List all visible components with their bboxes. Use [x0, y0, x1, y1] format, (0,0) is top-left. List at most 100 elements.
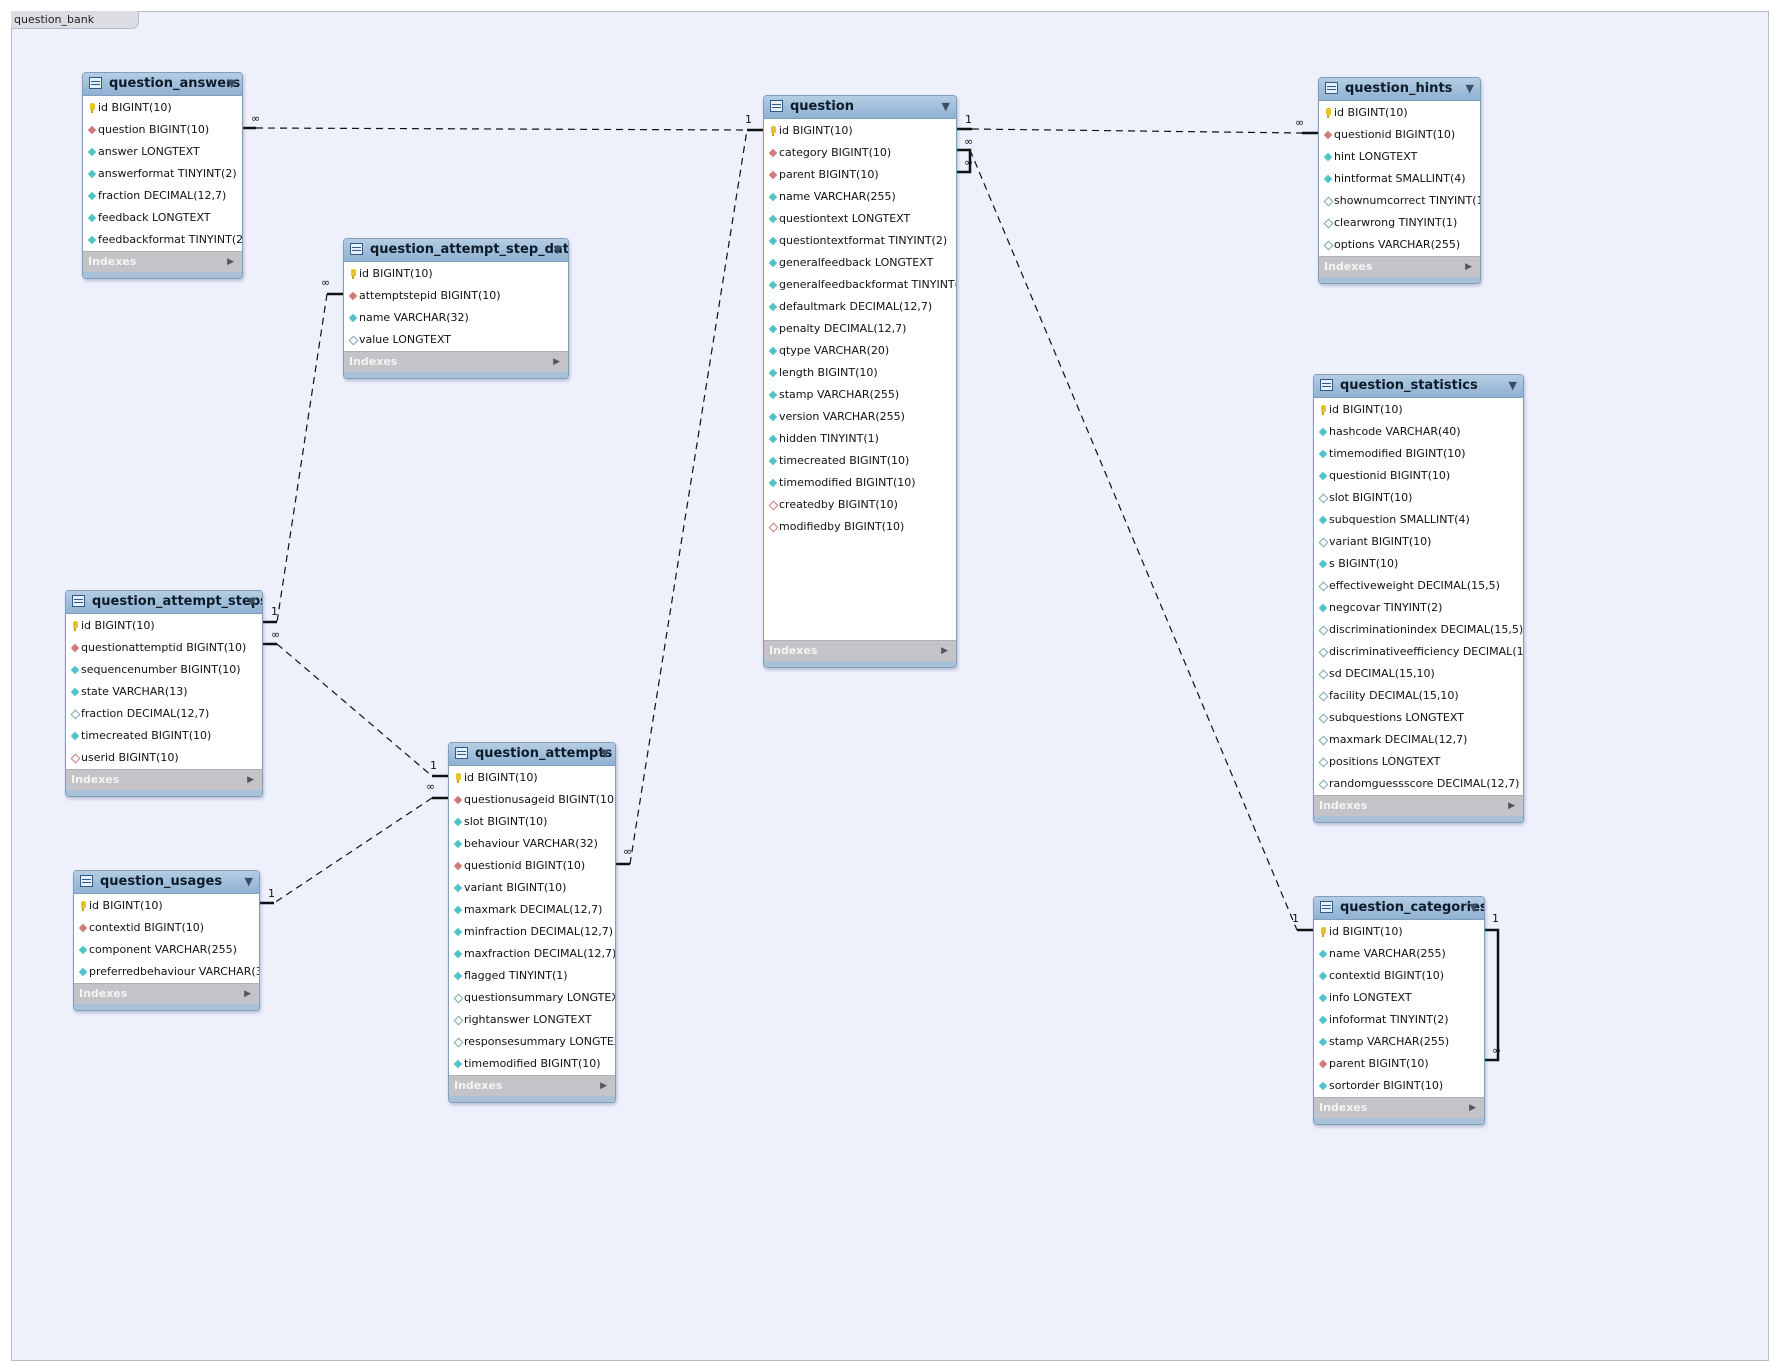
- table-header[interactable]: question_usages ▼: [74, 871, 259, 894]
- column-row[interactable]: version VARCHAR(255): [764, 406, 956, 428]
- column-row[interactable]: name VARCHAR(255): [764, 186, 956, 208]
- column-row[interactable]: hashcode VARCHAR(40): [1314, 421, 1523, 443]
- column-row[interactable]: answer LONGTEXT: [83, 141, 242, 163]
- column-row[interactable]: subquestions LONGTEXT: [1314, 707, 1523, 729]
- column-row[interactable]: responsesummary LONGTEXT: [449, 1031, 615, 1053]
- column-row[interactable]: maxfraction DECIMAL(12,7): [449, 943, 615, 965]
- column-row[interactable]: subquestion SMALLINT(4): [1314, 509, 1523, 531]
- indexes-section[interactable]: Indexes ▶: [1319, 256, 1480, 277]
- column-row[interactable]: state VARCHAR(13): [66, 681, 262, 703]
- collapse-arrow-icon[interactable]: ▼: [248, 591, 256, 613]
- table-question-answers[interactable]: question_answers ▼ id BIGINT(10) question B…: [82, 72, 243, 279]
- expand-arrow-icon[interactable]: ▶: [1469, 1098, 1476, 1118]
- column-row[interactable]: contextid BIGINT(10): [74, 917, 259, 939]
- collapse-arrow-icon[interactable]: ▼: [1509, 375, 1517, 397]
- expand-arrow-icon[interactable]: ▶: [1508, 796, 1515, 816]
- column-row[interactable]: name VARCHAR(255): [1314, 943, 1484, 965]
- table-header[interactable]: question_attempt_step_data ▼: [344, 239, 568, 262]
- expand-arrow-icon[interactable]: ▶: [941, 641, 948, 661]
- column-row[interactable]: generalfeedback LONGTEXT: [764, 252, 956, 274]
- column-row[interactable]: infoformat TINYINT(2): [1314, 1009, 1484, 1031]
- column-row[interactable]: questiontextformat TINYINT(2): [764, 230, 956, 252]
- column-row[interactable]: qtype VARCHAR(20): [764, 340, 956, 362]
- column-row[interactable]: fraction DECIMAL(12,7): [83, 185, 242, 207]
- table-header[interactable]: question_statistics ▼: [1314, 375, 1523, 398]
- column-row[interactable]: s BIGINT(10): [1314, 553, 1523, 575]
- indexes-section[interactable]: Indexes ▶: [1314, 1097, 1484, 1118]
- relationship-line[interactable]: [273, 797, 433, 904]
- column-row[interactable]: timecreated BIGINT(10): [764, 450, 956, 472]
- table-question-attempt-step-data[interactable]: question_attempt_step_data ▼ id BIGINT(10)…: [343, 238, 569, 379]
- table-header[interactable]: question_attempt_steps ▼: [66, 591, 262, 614]
- column-row[interactable]: createdby BIGINT(10): [764, 494, 956, 516]
- expand-arrow-icon[interactable]: ▶: [227, 252, 234, 272]
- column-row[interactable]: generalfeedbackformat TINYINT(2): [764, 274, 956, 296]
- collapse-arrow-icon[interactable]: ▼: [1470, 897, 1478, 919]
- indexes-section[interactable]: Indexes ▶: [66, 769, 262, 790]
- column-row[interactable]: id BIGINT(10): [66, 615, 262, 637]
- column-row[interactable]: id BIGINT(10): [1314, 399, 1523, 421]
- column-row[interactable]: parent BIGINT(10): [764, 164, 956, 186]
- column-row[interactable]: questionid BIGINT(10): [1319, 124, 1480, 146]
- column-row[interactable]: questionid BIGINT(10): [449, 855, 615, 877]
- column-row[interactable]: id BIGINT(10): [764, 120, 956, 142]
- column-row[interactable]: contextid BIGINT(10): [1314, 965, 1484, 987]
- column-row[interactable]: positions LONGTEXT: [1314, 751, 1523, 773]
- column-row[interactable]: hintformat SMALLINT(4): [1319, 168, 1480, 190]
- column-row[interactable]: questionusageid BIGINT(10): [449, 789, 615, 811]
- table-header[interactable]: question ▼: [764, 96, 956, 119]
- collapse-arrow-icon[interactable]: ▼: [942, 96, 950, 118]
- column-row[interactable]: feedbackformat TINYINT(2): [83, 229, 242, 251]
- table-question-attempts[interactable]: question_attempts ▼ id BIGINT(10) questionu…: [448, 742, 616, 1103]
- column-row[interactable]: fraction DECIMAL(12,7): [66, 703, 262, 725]
- column-row[interactable]: shownumcorrect TINYINT(1): [1319, 190, 1480, 212]
- indexes-section[interactable]: Indexes ▶: [83, 251, 242, 272]
- column-row[interactable]: answerformat TINYINT(2): [83, 163, 242, 185]
- relationship-line[interactable]: [255, 127, 748, 131]
- column-row[interactable]: hidden TINYINT(1): [764, 428, 956, 450]
- column-row[interactable]: stamp VARCHAR(255): [764, 384, 956, 406]
- indexes-section[interactable]: Indexes ▶: [344, 351, 568, 372]
- indexes-section[interactable]: Indexes ▶: [764, 640, 956, 661]
- column-row[interactable]: defaultmark DECIMAL(12,7): [764, 296, 956, 318]
- expand-arrow-icon[interactable]: ▶: [247, 770, 254, 790]
- column-row[interactable]: effectiveweight DECIMAL(15,5): [1314, 575, 1523, 597]
- column-row[interactable]: rightanswer LONGTEXT: [449, 1009, 615, 1031]
- column-row[interactable]: timemodified BIGINT(10): [764, 472, 956, 494]
- table-header[interactable]: question_answers ▼: [83, 73, 242, 96]
- column-row[interactable]: attemptstepid BIGINT(10): [344, 285, 568, 307]
- column-row[interactable]: id BIGINT(10): [1314, 921, 1484, 943]
- column-row[interactable]: randomguessscore DECIMAL(12,7): [1314, 773, 1523, 795]
- relationship-line[interactable]: [969, 149, 1298, 931]
- collapse-arrow-icon[interactable]: ▼: [245, 871, 253, 893]
- collapse-arrow-icon[interactable]: ▼: [601, 743, 609, 765]
- column-row[interactable]: userid BIGINT(10): [66, 747, 262, 769]
- column-row[interactable]: timemodified BIGINT(10): [1314, 443, 1523, 465]
- column-row[interactable]: maxmark DECIMAL(12,7): [1314, 729, 1523, 751]
- column-row[interactable]: info LONGTEXT: [1314, 987, 1484, 1009]
- table-question-usages[interactable]: question_usages ▼ id BIGINT(10) contextid B…: [73, 870, 260, 1011]
- column-row[interactable]: questionid BIGINT(10): [1314, 465, 1523, 487]
- column-row[interactable]: question BIGINT(10): [83, 119, 242, 141]
- relationship-line[interactable]: [276, 643, 433, 777]
- table-question-statistics[interactable]: question_statistics ▼ id BIGINT(10) hashcod…: [1313, 374, 1524, 823]
- column-row[interactable]: variant BIGINT(10): [1314, 531, 1523, 553]
- column-row[interactable]: category BIGINT(10): [764, 142, 956, 164]
- relationship-line[interactable]: [971, 128, 1303, 134]
- column-row[interactable]: id BIGINT(10): [1319, 102, 1480, 124]
- column-row[interactable]: id BIGINT(10): [83, 97, 242, 119]
- column-row[interactable]: timemodified BIGINT(10): [449, 1053, 615, 1075]
- column-row[interactable]: preferredbehaviour VARCHAR(32): [74, 961, 259, 983]
- column-row[interactable]: sortorder BIGINT(10): [1314, 1075, 1484, 1097]
- indexes-section[interactable]: Indexes ▶: [1314, 795, 1523, 816]
- column-row[interactable]: questiontext LONGTEXT: [764, 208, 956, 230]
- column-row[interactable]: hint LONGTEXT: [1319, 146, 1480, 168]
- column-row[interactable]: id BIGINT(10): [449, 767, 615, 789]
- relationship-line[interactable]: [629, 129, 748, 865]
- table-question-categories[interactable]: question_categories ▼ id BIGINT(10) name VA…: [1313, 896, 1485, 1125]
- table-question-hints[interactable]: question_hints ▼ id BIGINT(10) questionid B…: [1318, 77, 1481, 284]
- relationship-line[interactable]: [1483, 928, 1500, 1062]
- column-row[interactable]: id BIGINT(10): [74, 895, 259, 917]
- expand-arrow-icon[interactable]: ▶: [600, 1076, 607, 1096]
- column-row[interactable]: name VARCHAR(32): [344, 307, 568, 329]
